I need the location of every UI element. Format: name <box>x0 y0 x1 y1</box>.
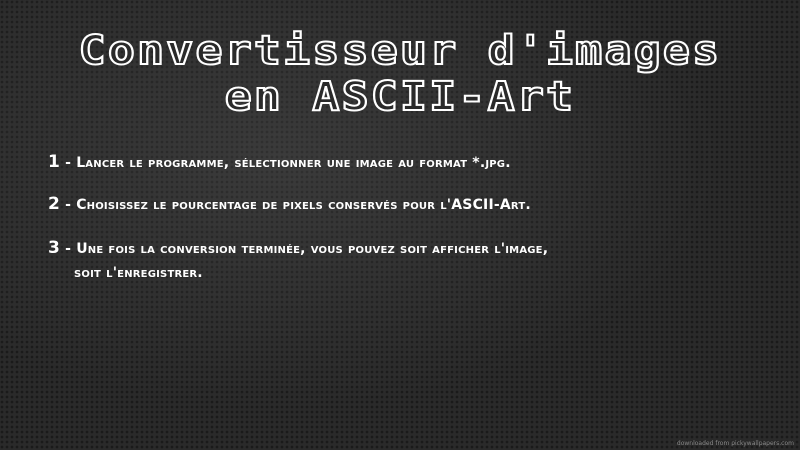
step-text: - Une fois la conversion terminée, vous … <box>60 241 549 257</box>
step-number: 2 <box>48 194 61 214</box>
title-line-1: Convertisseur d'images <box>78 27 722 75</box>
step-number: 3 <box>48 238 61 258</box>
wallpaper-credit: downloaded from pickywallpapers.com <box>676 440 794 447</box>
step-text: - Lancer le programme, sélectionner une … <box>60 155 511 171</box>
instruction-step-2: 2 - Choisissez le pourcentage de pixels … <box>48 192 531 217</box>
title-line-2: en ASCII-Art <box>224 73 576 121</box>
instruction-step-3: 3 - Une fois la conversion terminée, vou… <box>48 236 548 285</box>
step-text-continuation: soit l'enregistrer. <box>74 265 203 281</box>
step-number: 1 <box>48 152 61 172</box>
page-title: Convertisseur d'images en ASCII-Art <box>0 27 800 121</box>
instruction-step-1: 1 - Lancer le programme, sélectionner un… <box>48 150 511 175</box>
step-text: - Choisissez le pourcentage de pixels co… <box>60 197 531 213</box>
